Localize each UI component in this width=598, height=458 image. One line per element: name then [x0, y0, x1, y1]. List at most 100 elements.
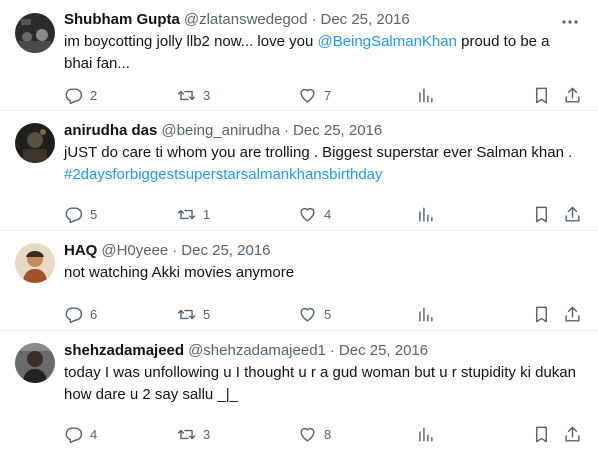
tweet-date[interactable]: Dec 25, 2016 [320, 10, 409, 30]
reply-button[interactable]: 6 [64, 304, 97, 324]
user-handle[interactable]: @being_anirudha [161, 121, 280, 141]
retweet-count: 1 [203, 206, 211, 222]
views-bar-chart-icon [419, 206, 433, 222]
tweet-text: jUST do care ti whom you are trolling . … [64, 142, 582, 186]
retweet-button[interactable]: 5 [177, 304, 210, 324]
share-icon [565, 206, 580, 222]
avatar[interactable] [15, 123, 55, 163]
tweet[interactable]: HAQ @H0yeee · Dec 25, 2016 not watching … [0, 231, 598, 331]
like-count: 5 [324, 306, 332, 322]
share-button[interactable] [563, 424, 582, 444]
bookmark-icon [536, 306, 547, 322]
tweet-date[interactable]: Dec 25, 2016 [339, 341, 428, 361]
retweet-icon [177, 429, 196, 439]
bookmark-icon [536, 426, 547, 442]
like-button[interactable]: 8 [298, 424, 331, 444]
tweet-text-part: jUST do care ti whom you are trolling . … [64, 144, 573, 161]
tweet[interactable]: anirudha das @being_anirudha · Dec 25, 2… [0, 111, 598, 231]
tweet-header: HAQ @H0yeee · Dec 25, 2016 [64, 241, 582, 261]
bookmark-button[interactable] [532, 85, 551, 105]
tweet-header: anirudha das @being_anirudha · Dec 25, 2… [64, 121, 582, 141]
heart-icon [300, 427, 315, 442]
share-button[interactable] [563, 85, 582, 105]
retweet-icon [177, 90, 196, 100]
share-icon [565, 426, 580, 442]
like-button[interactable]: 5 [298, 304, 331, 324]
more-dots-icon[interactable] [560, 12, 580, 32]
separator-dot: · [311, 11, 317, 28]
like-count: 7 [324, 87, 332, 103]
reply-icon [65, 426, 83, 443]
user-handle[interactable]: @H0yeee [101, 241, 168, 261]
tweet-text-part: im boycotting jolly llb2 now... love you [64, 33, 318, 50]
bookmark-button[interactable] [532, 304, 551, 324]
reply-button[interactable]: 2 [64, 85, 97, 105]
views-button[interactable] [416, 204, 435, 224]
like-count: 8 [324, 426, 332, 442]
display-name[interactable]: Shubham Gupta [64, 10, 180, 30]
tweet-text: not watching Akki movies anymore [64, 264, 295, 281]
separator-dot: · [284, 122, 290, 139]
retweet-button[interactable]: 1 [177, 204, 210, 224]
share-icon [565, 306, 580, 322]
heart-icon [300, 207, 315, 222]
retweet-button[interactable]: 3 [177, 424, 210, 444]
avatar[interactable] [15, 243, 55, 283]
views-button[interactable] [416, 304, 435, 324]
reply-count: 5 [90, 206, 98, 222]
user-handle[interactable]: @zlatanswedegod [184, 10, 308, 30]
share-icon [565, 87, 580, 103]
bookmark-icon [536, 87, 547, 103]
views-bar-chart-icon [419, 426, 433, 442]
display-name[interactable]: anirudha das [64, 121, 157, 141]
separator-dot: · [172, 242, 178, 259]
reply-count: 2 [90, 87, 98, 103]
action-bar: 5 1 4 [64, 195, 582, 235]
views-button[interactable] [416, 424, 435, 444]
bookmark-button[interactable] [532, 204, 551, 224]
retweet-count: 5 [203, 306, 211, 322]
views-button[interactable] [416, 85, 435, 105]
reply-icon [65, 306, 83, 323]
tweet-text: today I was unfollowing u I thought u r … [64, 364, 576, 403]
action-bar: 6 5 5 [64, 295, 582, 335]
reply-count: 6 [90, 306, 98, 322]
reply-icon [65, 87, 83, 104]
retweet-button[interactable]: 3 [177, 85, 210, 105]
mention-link[interactable]: @BeingSalmanKhan [317, 33, 456, 50]
bookmark-button[interactable] [532, 424, 551, 444]
action-bar: 2 3 7 [64, 76, 582, 116]
display-name[interactable]: HAQ [64, 241, 97, 261]
tweet-header: shehzadamajeed @shehzadamajeed1 · Dec 25… [64, 341, 582, 361]
like-button[interactable]: 4 [298, 204, 331, 224]
tweet-date[interactable]: Dec 25, 2016 [293, 121, 382, 141]
heart-icon [300, 88, 315, 103]
tweet-header: Shubham Gupta @zlatanswedegod · Dec 25, … [64, 10, 582, 30]
retweet-icon [177, 209, 196, 219]
like-count: 4 [324, 206, 332, 222]
retweet-icon [177, 309, 196, 319]
heart-icon [300, 307, 315, 322]
share-button[interactable] [563, 204, 582, 224]
display-name[interactable]: shehzadamajeed [64, 341, 184, 361]
avatar[interactable] [15, 343, 55, 383]
hashtag-link[interactable]: #2daysforbiggestsuperstarsalmankhansbirt… [64, 166, 383, 183]
views-bar-chart-icon [419, 87, 433, 103]
views-bar-chart-icon [419, 306, 433, 322]
tweet-feed: Shubham Gupta @zlatanswedegod · Dec 25, … [0, 0, 598, 458]
tweet[interactable]: Shubham Gupta @zlatanswedegod · Dec 25, … [0, 0, 598, 111]
bookmark-icon [536, 206, 547, 222]
tweet-text: im boycotting jolly llb2 now... love you… [64, 31, 582, 75]
reply-count: 4 [90, 426, 98, 442]
reply-button[interactable]: 4 [64, 424, 97, 444]
share-button[interactable] [563, 304, 582, 324]
retweet-count: 3 [203, 87, 211, 103]
user-handle[interactable]: @shehzadamajeed1 [188, 341, 326, 361]
reply-button[interactable]: 5 [64, 204, 97, 224]
like-button[interactable]: 7 [298, 85, 331, 105]
tweet[interactable]: shehzadamajeed @shehzadamajeed1 · Dec 25… [0, 331, 598, 457]
reply-icon [65, 206, 83, 223]
tweet-date[interactable]: Dec 25, 2016 [181, 241, 270, 261]
avatar[interactable] [15, 13, 55, 53]
action-bar: 4 3 8 [64, 415, 582, 455]
